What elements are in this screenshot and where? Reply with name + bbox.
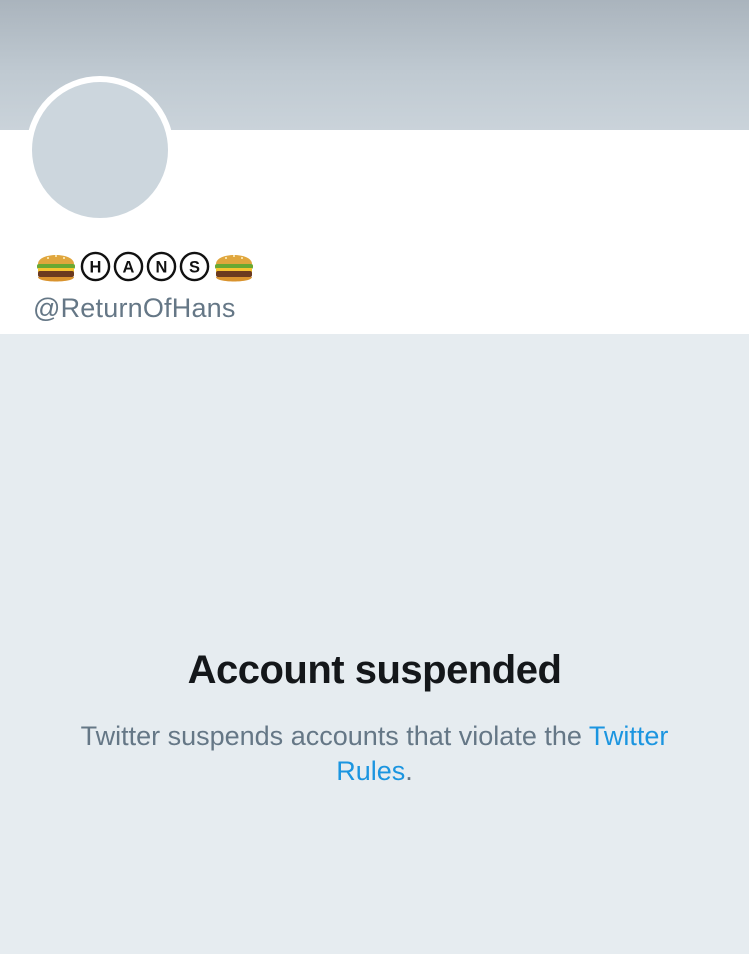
circled-letter-icon: S (179, 251, 210, 281)
svg-text:S: S (189, 258, 200, 276)
display-name: H A N S (34, 243, 256, 289)
circled-letter-icon: N (146, 251, 177, 281)
svg-text:A: A (123, 258, 135, 276)
svg-text:H: H (90, 258, 102, 276)
circled-letter-icon: A (113, 251, 144, 281)
profile-page: H A N S @ReturnOfHans Account suspended … (0, 0, 749, 954)
suspension-message-text: Twitter suspends accounts that violate t… (80, 721, 582, 751)
hamburger-emoji-icon (215, 255, 253, 282)
suspension-message-period: . (405, 756, 413, 786)
circled-letter-icon: H (80, 251, 111, 281)
suspension-title: Account suspended (187, 648, 562, 692)
hamburger-emoji-icon (37, 255, 75, 282)
suspension-message: Twitter suspends accounts that violate t… (55, 719, 695, 789)
svg-text:N: N (156, 258, 168, 276)
username: @ReturnOfHans (33, 293, 236, 323)
suspension-notice: Account suspended Twitter suspends accou… (0, 648, 749, 789)
avatar (26, 76, 174, 224)
